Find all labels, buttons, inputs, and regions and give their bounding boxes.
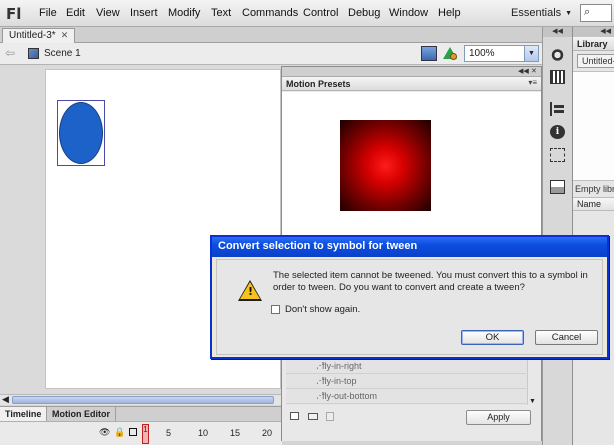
- menu-insert[interactable]: Insert: [130, 7, 158, 19]
- frame-number: 10: [198, 428, 209, 438]
- warning-icon: !: [238, 280, 262, 301]
- library-icon[interactable]: [550, 70, 565, 84]
- panel-top-strip: ◀◀ ✕: [282, 67, 541, 77]
- list-item[interactable]: ⋰ fly-out-bottom: [286, 389, 526, 404]
- library-column-name[interactable]: Name: [573, 197, 614, 211]
- chevron-down-icon[interactable]: ▼: [524, 46, 538, 61]
- motion-path-icon: ⋰: [316, 391, 324, 400]
- preset-preview-image: [340, 120, 431, 211]
- close-icon[interactable]: ✕: [531, 67, 537, 75]
- menu-file[interactable]: File: [39, 7, 57, 19]
- transform-icon[interactable]: [550, 148, 565, 162]
- menu-commands[interactable]: Commands: [242, 7, 298, 19]
- frame-number: 5: [166, 428, 172, 438]
- dont-show-again-checkbox[interactable]: [271, 305, 280, 314]
- library-document-select[interactable]: Untitled-3: [577, 54, 614, 68]
- menu-edit[interactable]: Edit: [66, 7, 85, 19]
- panel-menu-icon[interactable]: ▾≡: [528, 78, 537, 87]
- collapse-icon[interactable]: ◀◀: [518, 67, 529, 75]
- menu-help[interactable]: Help: [438, 7, 461, 19]
- stage-horizontal-scrollbar[interactable]: ◀: [0, 394, 282, 405]
- help-search-input[interactable]: ⌕: [580, 4, 612, 22]
- swatches-icon[interactable]: [550, 180, 565, 194]
- motion-path-icon: ⋰: [316, 361, 324, 370]
- trash-icon[interactable]: [326, 412, 334, 421]
- save-preset-icon[interactable]: [290, 412, 299, 420]
- menu-text[interactable]: Text: [211, 7, 231, 19]
- ellipse-shape[interactable]: [59, 102, 103, 164]
- back-arrow-icon[interactable]: ⇦: [5, 46, 15, 60]
- tab-motion-editor[interactable]: Motion Editor: [47, 407, 116, 422]
- menu-control[interactable]: Control: [303, 7, 338, 19]
- library-empty-text: Empty library: [575, 184, 614, 194]
- menu-modify[interactable]: Modify: [168, 7, 200, 19]
- scroll-left-icon[interactable]: ◀: [2, 394, 9, 405]
- convert-to-symbol-dialog: Convert selection to symbol for tween ! …: [210, 235, 609, 359]
- edit-bar: ⇦ Scene 1 100% ▼: [0, 43, 542, 65]
- motion-path-icon: ⋰: [316, 376, 324, 385]
- edit-scene-icon[interactable]: [421, 46, 437, 61]
- preset-list-scrollbar[interactable]: ▼: [527, 357, 537, 405]
- panel-title: Motion Presets: [286, 79, 351, 89]
- folder-icon[interactable]: [308, 413, 318, 420]
- scroll-down-icon[interactable]: ▼: [529, 398, 536, 405]
- tab-timeline[interactable]: Timeline: [0, 407, 48, 422]
- menu-debug[interactable]: Debug: [348, 7, 380, 19]
- timeline-panel: 👁 🔒 1 5 10 15 20: [0, 421, 282, 445]
- dialog-message: The selected item cannot be tweened. You…: [273, 270, 588, 293]
- edit-symbols-icon[interactable]: [442, 46, 458, 61]
- frame-number: 15: [230, 428, 241, 438]
- properties-icon[interactable]: [550, 48, 565, 62]
- preset-label: fly-in-top: [322, 376, 357, 386]
- close-icon[interactable]: ✕: [61, 30, 69, 40]
- dialog-body: ! The selected item cannot be tweened. Y…: [216, 259, 603, 355]
- ok-button[interactable]: OK: [461, 330, 524, 345]
- document-tab-bar: Untitled-3* ✕: [0, 27, 542, 43]
- panel-footer: Apply: [282, 406, 541, 441]
- cancel-button[interactable]: Cancel: [535, 330, 598, 345]
- selected-ellipse-bounds[interactable]: [57, 100, 105, 166]
- apply-button[interactable]: Apply: [466, 410, 531, 425]
- align-icon[interactable]: [550, 102, 565, 116]
- menu-view[interactable]: View: [96, 7, 120, 19]
- eye-icon[interactable]: 👁: [99, 427, 110, 438]
- list-item[interactable]: ⋰ fly-in-right: [286, 359, 526, 374]
- document-tab[interactable]: Untitled-3* ✕: [2, 28, 76, 43]
- library-title[interactable]: Library: [573, 37, 614, 51]
- document-tab-label: Untitled-3*: [9, 30, 56, 41]
- expand-panels-icon[interactable]: ◀◀: [543, 27, 572, 37]
- outline-icon[interactable]: [129, 428, 137, 436]
- menu-bar: Fl File Edit View Insert Modify Text Com…: [0, 0, 614, 27]
- preset-preview: [282, 92, 541, 239]
- timeline-tab-bar: Timeline Motion Editor: [0, 406, 282, 422]
- chevron-down-icon: ▼: [565, 9, 573, 17]
- preset-label: fly-in-right: [322, 361, 362, 371]
- app-logo: Fl: [6, 5, 22, 23]
- dialog-title[interactable]: Convert selection to symbol for tween: [212, 237, 607, 257]
- scene-icon: [28, 48, 39, 59]
- frame-number: 20: [262, 428, 273, 438]
- lock-icon[interactable]: 🔒: [114, 427, 125, 438]
- workspace-label: Essentials: [511, 7, 562, 19]
- panel-title-bar: Motion Presets ▾≡: [282, 77, 541, 91]
- playhead[interactable]: 1: [142, 424, 149, 444]
- zoom-select[interactable]: 100% ▼: [464, 45, 539, 62]
- panel-top-strip[interactable]: ◀◀: [573, 27, 614, 37]
- list-item[interactable]: ⋰ fly-in-top: [286, 374, 526, 389]
- zoom-value: 100%: [469, 48, 495, 59]
- scene-label[interactable]: Scene 1: [44, 48, 81, 59]
- workspace-switcher[interactable]: Essentials ▼: [511, 7, 572, 19]
- info-icon[interactable]: i: [550, 125, 565, 139]
- menu-window[interactable]: Window: [389, 7, 428, 19]
- scrollbar-thumb[interactable]: [12, 396, 274, 404]
- checkbox-label[interactable]: Don't show again.: [285, 304, 360, 315]
- preset-label: fly-out-bottom: [322, 391, 378, 401]
- preset-list: ⋰ fly-in-right ⋰ fly-in-top ⋰ fly-out-botto…: [286, 357, 531, 405]
- library-preview: [573, 71, 614, 181]
- search-icon: ⌕: [584, 6, 591, 18]
